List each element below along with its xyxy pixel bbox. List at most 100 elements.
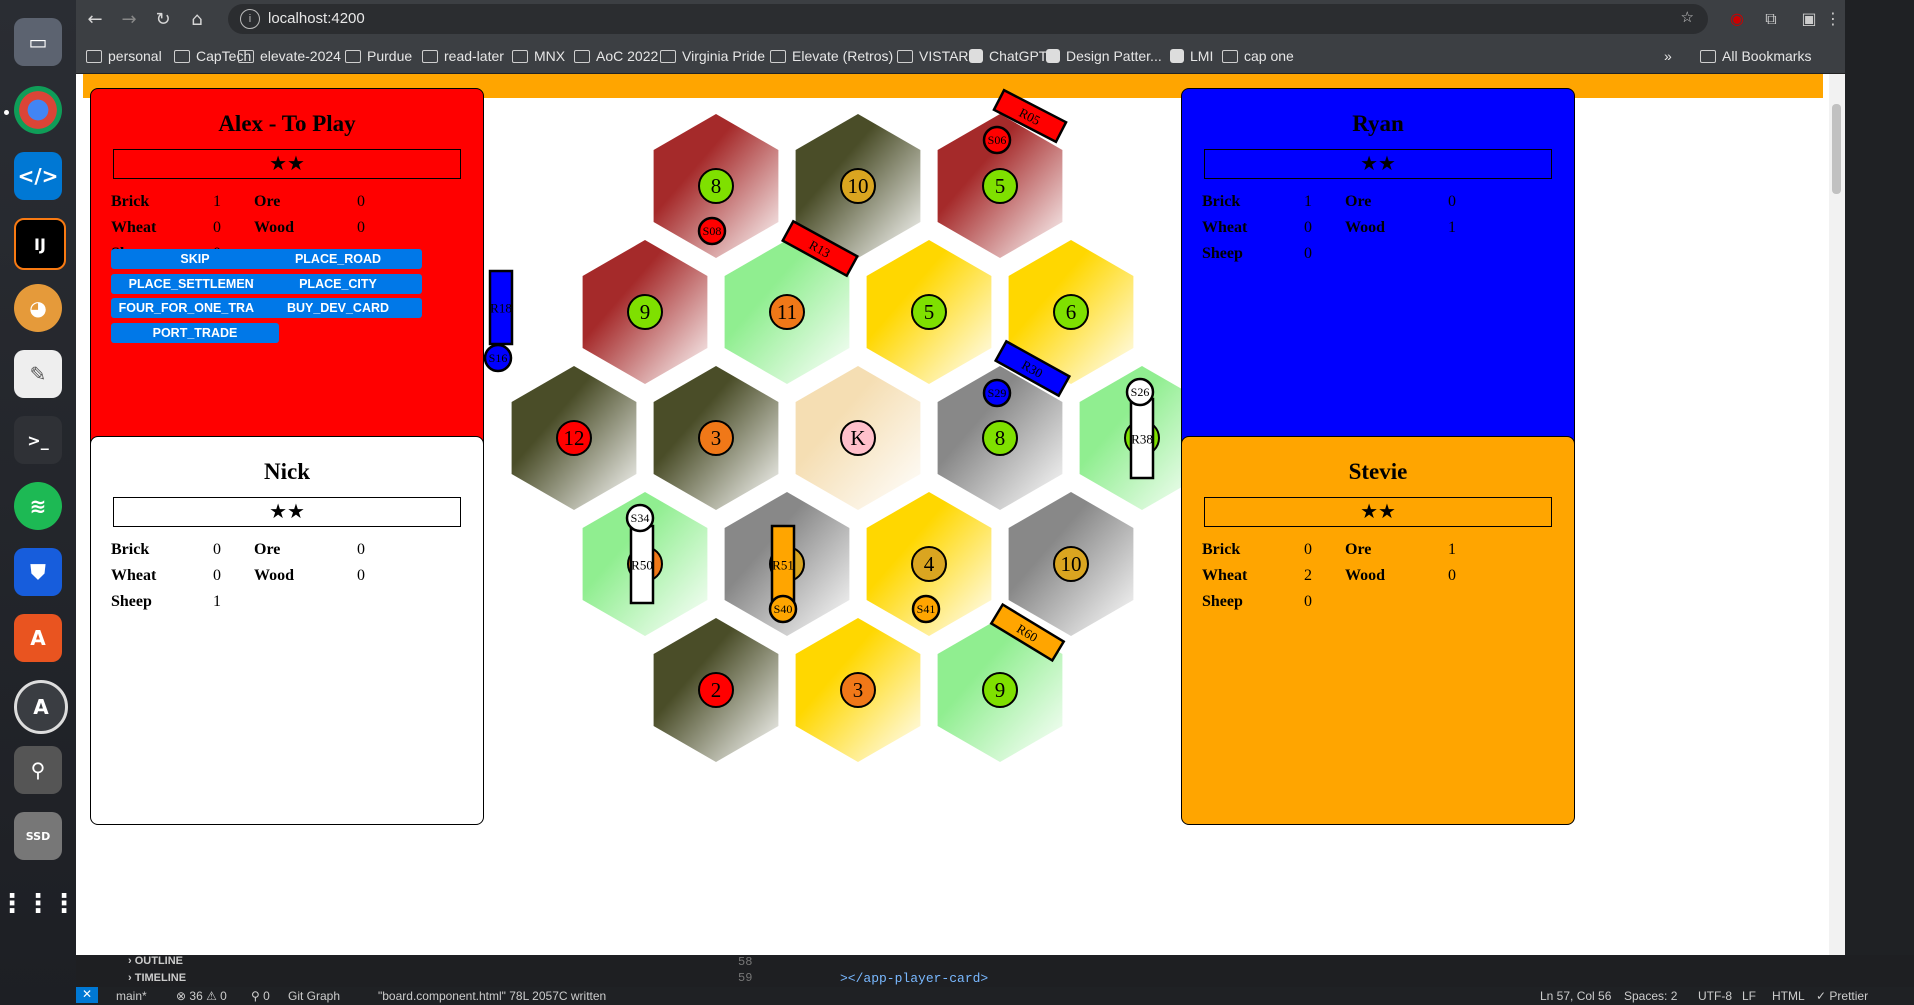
bookmark-item[interactable]: Virginia Pride — [660, 46, 765, 66]
vscode-icon[interactable]: </> — [14, 152, 62, 200]
intellij-icon[interactable]: IJ — [14, 218, 66, 270]
bookmark-label: Design Patter... — [1066, 48, 1162, 64]
bookmark-label: Elevate (Retros) — [792, 48, 894, 64]
settlement-label: S08 — [703, 224, 722, 238]
bookmark-label: Purdue — [367, 48, 413, 64]
road-label: R51 — [772, 558, 794, 573]
wheat-label: Wheat — [111, 219, 157, 236]
language-mode[interactable]: HTML — [1772, 989, 1805, 1003]
prettier-status[interactable]: ✓ Prettier — [1816, 989, 1868, 1003]
outline-section[interactable]: › OUTLINE — [128, 955, 183, 967]
ore-label: Ore — [1345, 193, 1372, 210]
spotify-icon[interactable]: ≋ — [14, 482, 62, 530]
menu-icon[interactable]: ⋮ — [1822, 8, 1844, 30]
terminal-icon[interactable]: >_ — [14, 416, 62, 464]
bookmark-item[interactable]: personal — [86, 46, 162, 66]
encoding[interactable]: UTF-8 — [1698, 989, 1732, 1003]
sheep-label: Sheep — [1202, 245, 1243, 262]
bookmark-item[interactable]: AoC 2022 — [574, 46, 658, 66]
remote-icon[interactable]: ✕ — [76, 987, 98, 1003]
bookmark-label: All Bookmarks — [1722, 48, 1812, 64]
number-token-label: 5 — [924, 300, 935, 324]
settlement-label: S26 — [1131, 385, 1150, 399]
bookmark-item[interactable]: read-later — [422, 46, 504, 66]
bookmark-item[interactable]: LMI — [1170, 46, 1213, 66]
brick-count: 1 — [213, 193, 221, 210]
player-card-ryan: Ryan ★★ Brick 1 Ore 0 Wheat 0 Wood 1 Sheep 0 — [1181, 88, 1575, 477]
show-apps-icon[interactable]: ⋮⋮⋮ — [0, 880, 77, 928]
number-token-label: 12 — [564, 426, 585, 450]
address-bar[interactable]: i localhost:4200 ☆ — [228, 4, 1708, 34]
action-port-trade-button[interactable]: PORT_TRADE — [111, 323, 279, 343]
number-token-label: 5 — [995, 174, 1006, 198]
app-center-icon[interactable]: A — [14, 614, 62, 662]
wheat-label: Wheat — [1202, 219, 1248, 236]
site-favicon-icon — [969, 49, 983, 63]
number-token-label: 8 — [995, 426, 1006, 450]
wood-count: 0 — [1448, 567, 1456, 584]
all-bookmarks-button[interactable]: All Bookmarks — [1700, 46, 1811, 66]
eol[interactable]: LF — [1742, 989, 1756, 1003]
brick-label: Brick — [1202, 541, 1241, 558]
line-number-59: 59 — [738, 971, 753, 985]
player-name: Stevie — [1348, 459, 1408, 484]
page-scrollbar[interactable] — [1829, 74, 1845, 955]
bookmark-star-icon[interactable]: ☆ — [1681, 8, 1694, 26]
player-card-stevie: Stevie ★★ Brick 0 Ore 1 Wheat 2 Wood 0 Sheep 0 — [1181, 436, 1575, 825]
brick-count: 0 — [213, 541, 221, 558]
player-name: Ryan — [1352, 111, 1404, 136]
dog-app-icon[interactable]: ◕ — [14, 284, 62, 332]
folder-icon — [770, 49, 786, 63]
site-favicon-icon — [1170, 49, 1184, 63]
line-number-58: 58 — [738, 955, 753, 969]
chrome-icon[interactable] — [14, 86, 62, 134]
bookmark-label: Virginia Pride — [682, 48, 766, 64]
settlement-label: S34 — [631, 511, 650, 525]
action-place-city-button[interactable]: PLACE_CITY — [254, 274, 422, 294]
number-token-label: 4 — [924, 552, 935, 576]
bookmark-label: MNX — [534, 48, 566, 64]
wood-label: Wood — [254, 219, 295, 236]
files-icon[interactable]: ▭ — [14, 18, 62, 66]
site-info-icon[interactable]: i — [240, 9, 260, 29]
back-icon[interactable]: ← — [82, 6, 108, 32]
cursor-position[interactable]: Ln 57, Col 56 — [1540, 989, 1611, 1003]
folder-icon — [238, 49, 254, 63]
bookmark-item[interactable]: MNX — [512, 46, 565, 66]
problems-count[interactable]: ⊗ 36 ⚠ 0 — [176, 989, 227, 1003]
status-bar: ✕ main* ⊗ 36 ⚠ 0 ⚲ 0 Git Graph "board.co… — [76, 987, 1914, 1005]
action-place-road-button[interactable]: PLACE_ROAD — [254, 249, 422, 269]
brick-label: Brick — [111, 541, 150, 558]
home-icon[interactable]: ⌂ — [184, 6, 210, 32]
folder-icon — [174, 49, 190, 63]
more-bookmarks-button[interactable]: » — [1664, 46, 1672, 66]
wheat-label: Wheat — [111, 567, 157, 584]
bookmark-item[interactable]: cap one — [1222, 46, 1294, 66]
bookmark-item[interactable]: Design Patter... — [1046, 46, 1162, 66]
road-label: R38 — [1131, 432, 1153, 447]
bookmark-item[interactable]: Elevate (Retros) — [770, 46, 893, 66]
bookmark-item[interactable]: elevate-2024 — [238, 46, 341, 66]
indentation[interactable]: Spaces: 2 — [1624, 989, 1677, 1003]
bookmark-item[interactable]: Purdue — [345, 46, 412, 66]
bitwarden-icon[interactable]: ⛊ — [14, 548, 62, 596]
forward-icon[interactable]: → — [116, 6, 142, 32]
ssd-icon[interactable]: SSD — [14, 812, 62, 860]
profile-avatar-icon[interactable]: ▣ — [1798, 8, 1820, 30]
bookmark-item[interactable]: ChatGPT — [969, 46, 1047, 66]
extensions-icon[interactable]: ⧉ — [1760, 8, 1782, 30]
brick-count: 0 — [1304, 541, 1312, 558]
bookmark-item[interactable]: VISTAR — [897, 46, 969, 66]
usb-icon[interactable]: ⚲ — [14, 746, 62, 794]
timeline-section[interactable]: › TIMELINE — [128, 972, 186, 984]
reload-icon[interactable]: ↻ — [150, 6, 176, 32]
site-favicon-icon — [1046, 49, 1060, 63]
ports-count[interactable]: ⚲ 0 — [251, 989, 270, 1003]
gimp-icon[interactable]: ✎ — [14, 350, 62, 398]
action-buy-dev-card-button[interactable]: BUY_DEV_CARD — [254, 298, 422, 318]
git-branch[interactable]: main* — [116, 989, 147, 1003]
git-graph-button[interactable]: Git Graph — [288, 989, 340, 1003]
ublock-icon[interactable]: ◉ — [1726, 8, 1748, 30]
updater-icon[interactable]: A — [14, 680, 68, 734]
number-token-label: 8 — [711, 174, 722, 198]
